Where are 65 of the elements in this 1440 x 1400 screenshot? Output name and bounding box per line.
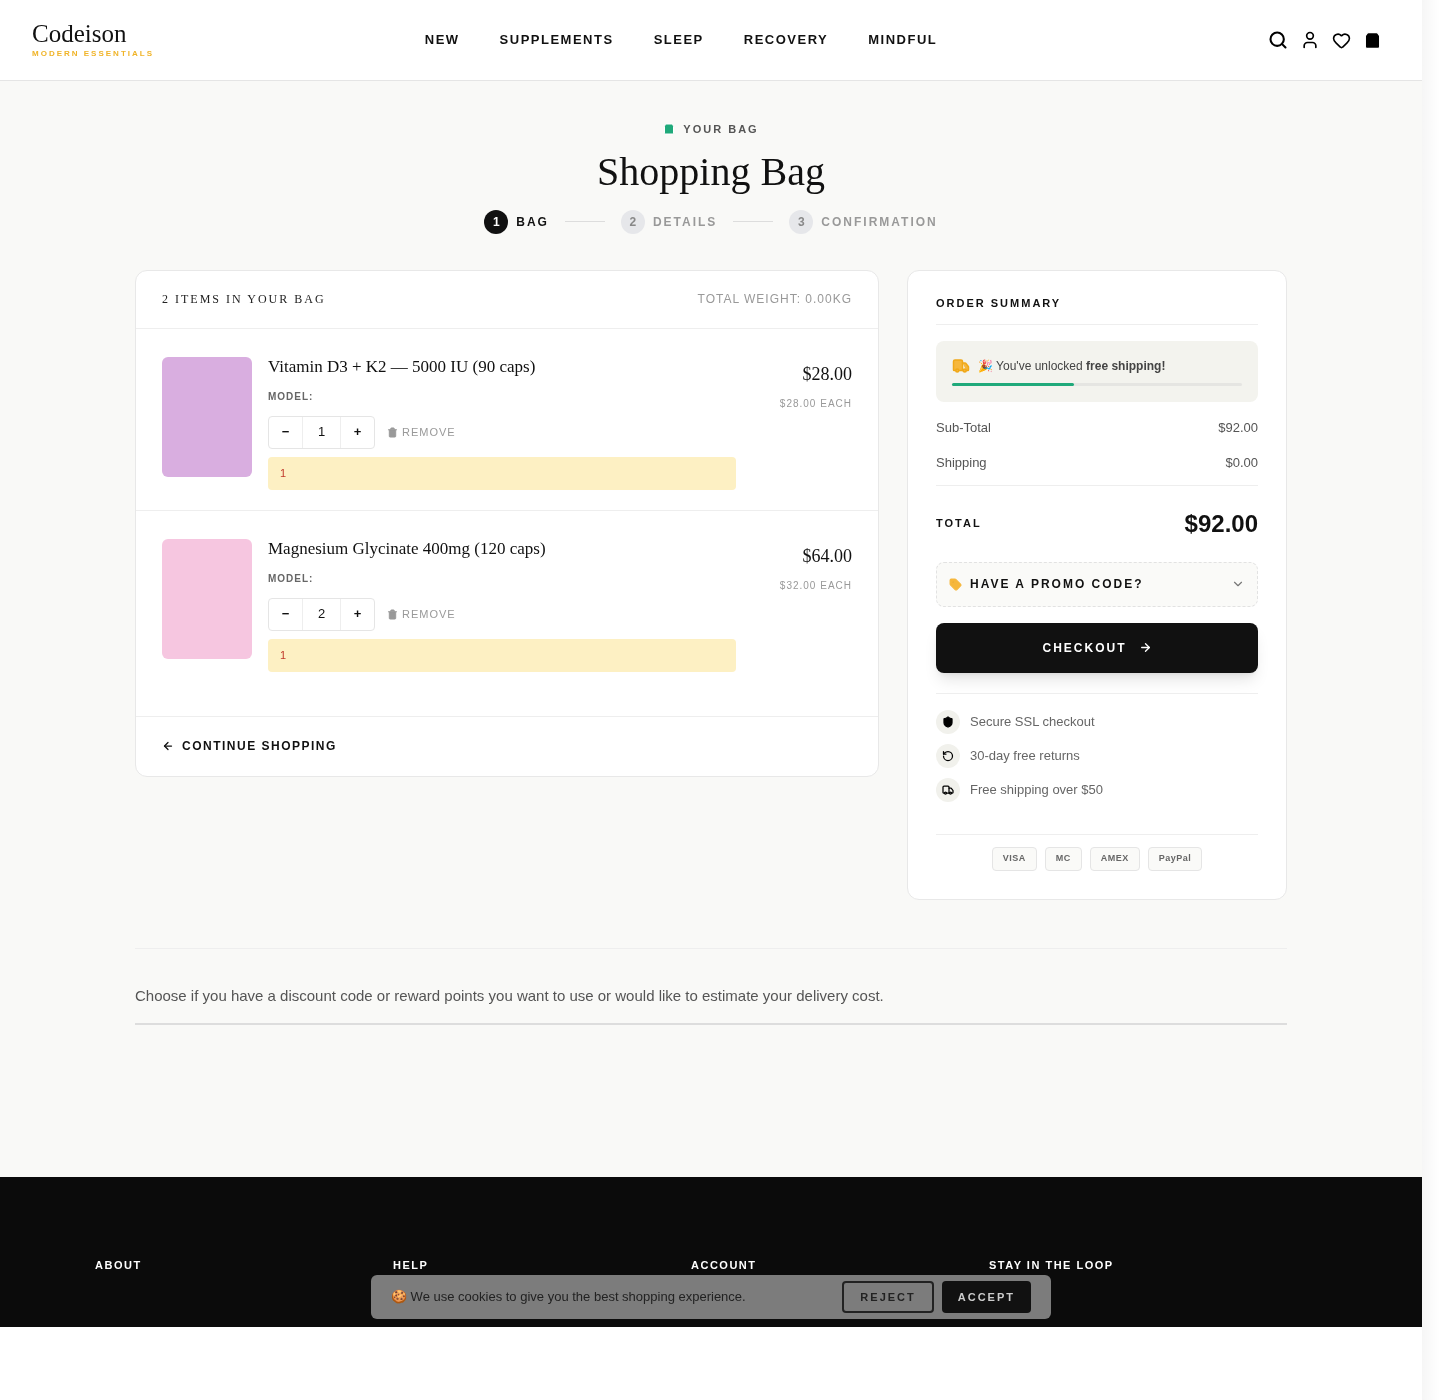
total-weight: TOTAL WEIGHT: 0.00KG	[697, 291, 852, 308]
cookie-button[interactable]: REJECT	[842, 1281, 934, 1313]
nav-link[interactable]: RECOVERY	[743, 30, 829, 50]
notice-text: 1	[280, 647, 287, 663]
truck-icon	[936, 777, 960, 802]
shield-icon	[936, 709, 960, 734]
free-shipping-message: 🎉 You've unlocked free shipping!	[978, 357, 1166, 375]
nav-link[interactable]: SUPPLEMENTS	[499, 30, 614, 50]
quantity-value[interactable]: 2	[302, 598, 341, 630]
nav-link[interactable]: SLEEP	[653, 30, 704, 50]
tag-icon	[949, 577, 962, 591]
product-name[interactable]: Magnesium Glycinate 400mg (120 caps)	[268, 538, 780, 559]
summary-value: $92.00	[1218, 418, 1258, 437]
footer-heading: ACCOUNT	[691, 1258, 758, 1273]
bag-heading: 2 ITEMS IN YOUR BAG	[162, 291, 326, 308]
trust-text: Secure SSL checkout	[970, 712, 1095, 731]
increase-button[interactable]: +	[341, 598, 374, 630]
continue-shopping-link[interactable]: CONTINUE SHOPPING	[162, 737, 337, 755]
logo-tagline: MODERN ESSENTIALS	[32, 48, 155, 60]
heart-icon[interactable]	[1332, 30, 1351, 50]
trust-text: 30-day free returns	[970, 746, 1080, 765]
line-price: $64.00	[802, 544, 852, 568]
eyebrow-label: YOUR BAG	[683, 122, 759, 137]
summary-heading: ORDER SUMMARY	[936, 296, 1062, 311]
summary-value: $0.00	[1225, 454, 1258, 472]
footer-heading: ABOUT	[95, 1258, 143, 1273]
page-title: Shopping Bag	[597, 147, 825, 196]
account-icon[interactable]	[1300, 30, 1320, 50]
model-label: MODEL:	[268, 571, 315, 586]
trash-icon	[387, 426, 398, 438]
quantity-value[interactable]: 1	[302, 416, 341, 448]
checkout-step[interactable]: 1 BAG	[484, 209, 549, 234]
total-value: $92.00	[1184, 508, 1258, 539]
line-price: $28.00	[802, 362, 852, 386]
arrow-left-icon	[162, 740, 174, 752]
logo-wordmark[interactable]: Codeison	[32, 20, 332, 48]
payment-method-badge: VISA	[991, 846, 1037, 871]
notice-text: 1	[280, 465, 287, 481]
product-name[interactable]: Vitamin D3 + K2 — 5000 IU (90 caps)	[268, 356, 780, 377]
nav-link[interactable]: MINDFUL	[868, 30, 938, 50]
cookie-button[interactable]: ACCEPT	[941, 1281, 1031, 1313]
unit-price: $28.00 EACH	[779, 396, 852, 411]
nav-link[interactable]: NEW	[424, 30, 460, 50]
truck-icon	[952, 356, 970, 375]
payment-method-badge: MC	[1044, 846, 1082, 871]
cookie-message: 🍪 We use cookies to give you the best shopping experience.	[391, 1288, 746, 1307]
payment-method-badge: PayPal	[1147, 846, 1203, 871]
unit-price: $32.00 EACH	[779, 578, 852, 593]
payment-method-badge: AMEX	[1089, 846, 1140, 871]
promo-code-toggle[interactable]: HAVE A PROMO CODE?	[936, 561, 1258, 607]
increase-button[interactable]: +	[341, 416, 374, 448]
trust-text: Free shipping over $50	[970, 780, 1103, 799]
footer-heading: HELP	[393, 1258, 430, 1273]
trash-icon	[387, 608, 398, 620]
summary-label: Sub-Total	[936, 418, 991, 437]
footer-heading: STAY IN THE LOOP	[989, 1258, 1115, 1273]
total-label: TOTAL	[936, 516, 982, 532]
decrease-button[interactable]: −	[269, 416, 302, 448]
decrease-button[interactable]: −	[269, 598, 302, 630]
model-label: MODEL:	[268, 389, 315, 404]
search-icon[interactable]	[1268, 30, 1288, 50]
discount-notice: Choose if you have a discount code or reward points you want to use or would like to estimate your delivery cost.	[135, 985, 885, 1006]
checkout-button[interactable]: CHECKOUT	[936, 622, 1258, 673]
arrow-right-icon	[1138, 641, 1152, 654]
summary-label: Shipping	[936, 454, 987, 472]
